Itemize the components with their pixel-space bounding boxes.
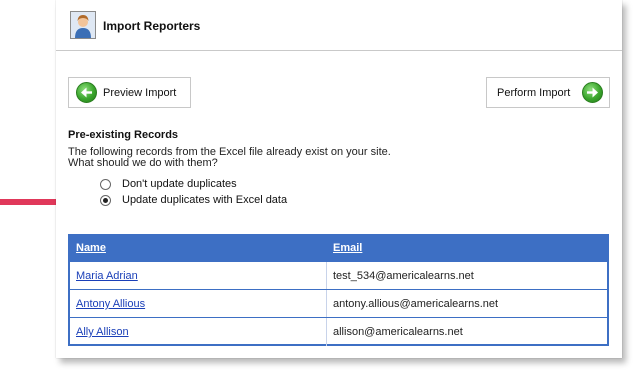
arrow-right-circle-icon (582, 82, 603, 103)
duplicates-table: Name Email Maria Adrian test_534@america… (68, 234, 609, 346)
page-title: Import Reporters (103, 19, 201, 33)
import-panel: Import Reporters Preview Import Perform … (56, 0, 622, 358)
reporter-name-link[interactable]: Maria Adrian (76, 270, 138, 282)
section-title: Pre-existing Records (68, 129, 179, 141)
table-row: Maria Adrian test_534@americalearns.net (70, 261, 607, 290)
reporter-name-link[interactable]: Ally Allison (76, 326, 129, 338)
reporter-email: test_534@americalearns.net (333, 270, 474, 282)
perform-import-button[interactable]: Perform Import (486, 77, 610, 108)
table-row: Ally Allison allison@americalearns.net (70, 317, 607, 346)
reporter-email: allison@americalearns.net (333, 326, 463, 338)
reporter-name-link[interactable]: Antony Allious (76, 298, 145, 310)
table-header: Name Email (70, 236, 607, 261)
page-header: Import Reporters (56, 0, 622, 51)
table-row: Antony Allious antony.allious@americalea… (70, 289, 607, 318)
column-header-name[interactable]: Name (76, 242, 106, 254)
arrow-left-circle-icon (76, 82, 97, 103)
preview-import-button[interactable]: Preview Import (68, 77, 191, 108)
reporter-email: antony.allious@americalearns.net (333, 298, 499, 310)
radio-selected-dot (103, 198, 108, 203)
option-label: Don't update duplicates (122, 178, 237, 190)
option-label: Update duplicates with Excel data (122, 194, 288, 206)
reporter-avatar-icon (70, 11, 96, 39)
perform-import-label: Perform Import (497, 87, 571, 99)
radio-button-selected[interactable] (100, 195, 111, 206)
column-header-email[interactable]: Email (333, 242, 362, 254)
preview-import-label: Preview Import (103, 87, 177, 99)
section-description-line2: What should we do with them? (68, 157, 218, 169)
radio-button[interactable] (100, 179, 111, 190)
